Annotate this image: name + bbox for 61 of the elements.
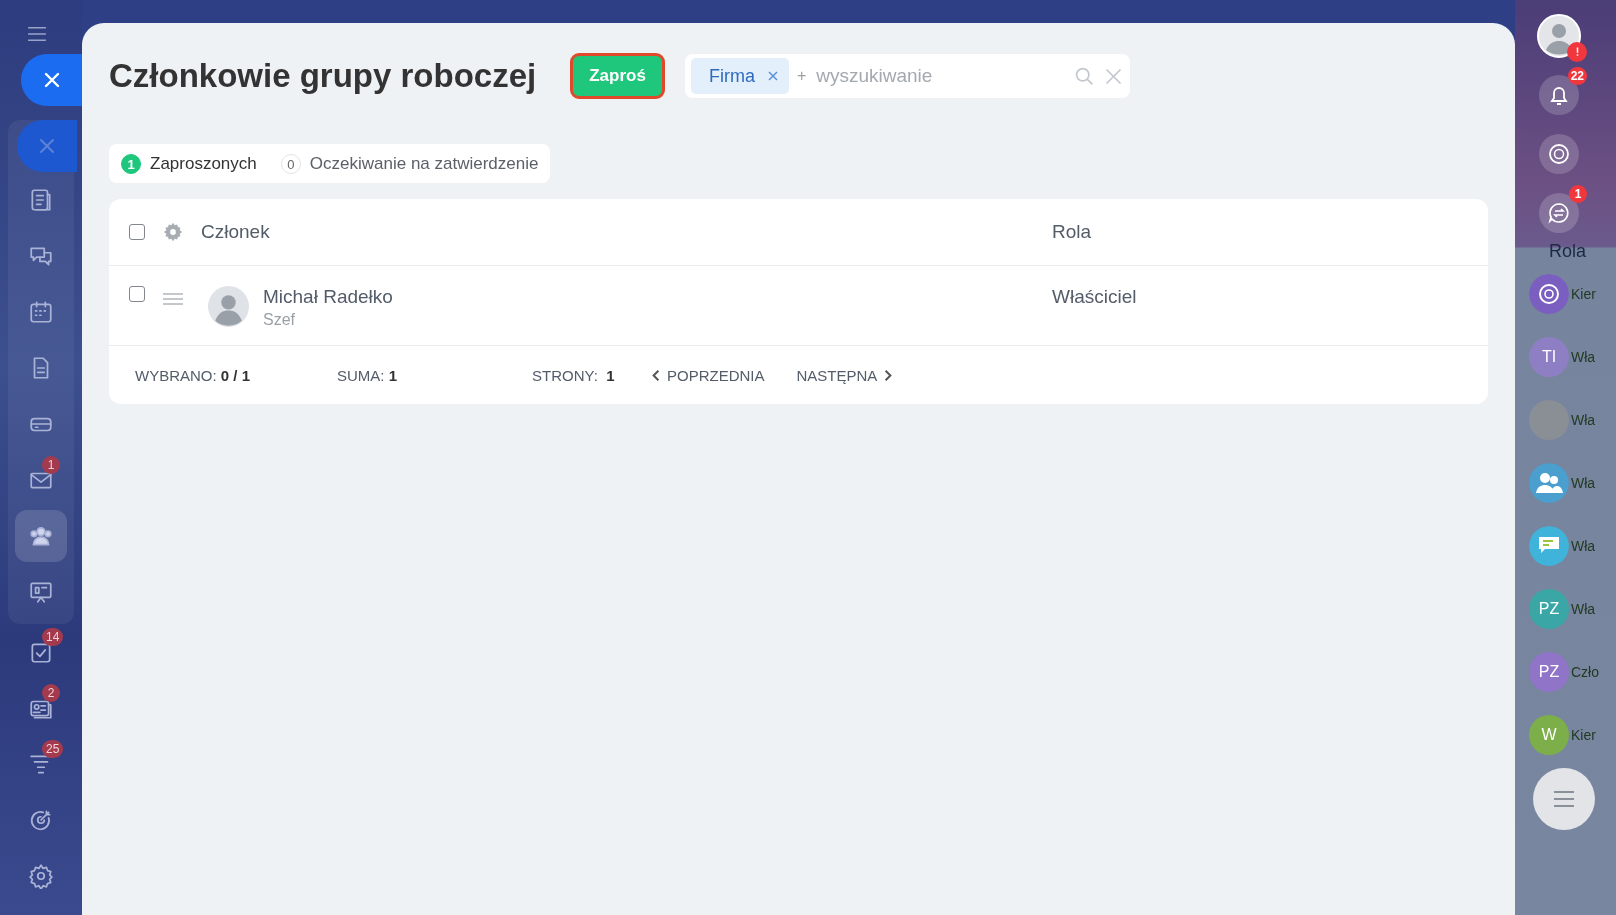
total-count: SUMA: 1 bbox=[337, 366, 399, 384]
tab[interactable]: 1 Zaproszonych bbox=[121, 153, 257, 174]
count-badge: 1 bbox=[42, 456, 60, 474]
nav-item[interactable]: 14 bbox=[15, 626, 67, 678]
previous-page-link[interactable]: POPRZEDNIA bbox=[652, 366, 765, 384]
chip-label: Firma bbox=[708, 65, 755, 87]
count-badge: 25 bbox=[42, 740, 64, 758]
role-label: Wła bbox=[1571, 537, 1596, 554]
count-badge: 14 bbox=[42, 628, 64, 646]
board-icon bbox=[28, 579, 54, 605]
initials-avatar: TI bbox=[1529, 336, 1569, 377]
remove-icon[interactable] bbox=[766, 70, 779, 82]
feed-icon bbox=[28, 187, 54, 213]
nav-item[interactable]: 25 bbox=[15, 738, 67, 790]
count-badge: 22 bbox=[1567, 67, 1587, 85]
list-icon bbox=[1552, 790, 1576, 808]
next-page-link[interactable]: NASTĘPNA bbox=[796, 366, 893, 384]
drag-handle-icon[interactable] bbox=[163, 292, 183, 306]
spiral-icon[interactable] bbox=[1539, 134, 1579, 174]
role-label: Czło bbox=[1571, 663, 1599, 680]
role-label: Wła bbox=[1571, 474, 1596, 491]
settings-icon bbox=[28, 863, 54, 889]
close-icon bbox=[42, 70, 62, 90]
nav-item[interactable] bbox=[15, 510, 67, 562]
checkbox[interactable] bbox=[129, 224, 145, 240]
page-title: Członkowie grupy roboczej bbox=[109, 57, 537, 95]
table-cell: Właściciel bbox=[1052, 286, 1137, 308]
plus-sign: + bbox=[796, 67, 807, 85]
tab[interactable]: 0 Oczekiwanie na zatwierdzenie bbox=[280, 153, 539, 174]
close-button[interactable] bbox=[21, 54, 83, 106]
initials-avatar: PZ bbox=[1529, 588, 1569, 629]
column-header[interactable]: Członek bbox=[201, 221, 1052, 243]
filter-chip[interactable]: Firma bbox=[690, 58, 789, 94]
checkbox[interactable] bbox=[129, 286, 145, 302]
initials-avatar: PZ bbox=[1529, 651, 1569, 692]
role-label: Wła bbox=[1571, 348, 1596, 365]
count-badge: 1 bbox=[1569, 185, 1587, 203]
nav-item[interactable]: 1 bbox=[15, 454, 67, 506]
settings-icon[interactable] bbox=[163, 222, 183, 242]
initials-avatar: W bbox=[1529, 714, 1569, 755]
calendar-icon bbox=[28, 299, 54, 325]
chevron-left-icon bbox=[652, 368, 660, 382]
close-icon bbox=[37, 136, 57, 156]
warning-icon bbox=[1567, 42, 1587, 62]
role-label: Kier bbox=[1571, 285, 1596, 302]
selected-count: WYBRANO: 0 / 1 bbox=[135, 366, 252, 384]
role-label: Wła bbox=[1571, 600, 1596, 617]
member-position: Szef bbox=[263, 311, 296, 329]
count-badge: 2 bbox=[42, 684, 60, 702]
nav-item[interactable]: 2 bbox=[15, 682, 67, 734]
menu-icon[interactable] bbox=[26, 26, 48, 42]
search-field[interactable]: Firma + wyszukiwanie bbox=[684, 54, 1130, 98]
role-label: Kier bbox=[1571, 726, 1596, 743]
target-icon bbox=[28, 807, 54, 833]
page-count: STRONY: 1 bbox=[532, 366, 616, 384]
avatar bbox=[208, 286, 249, 327]
role-label: Wła bbox=[1571, 411, 1596, 428]
column-header[interactable]: Rola bbox=[1052, 221, 1092, 243]
member-name[interactable]: Michał Radełko bbox=[263, 286, 1052, 308]
column-header: Rola bbox=[1549, 241, 1587, 262]
chevron-right-icon bbox=[884, 368, 893, 382]
